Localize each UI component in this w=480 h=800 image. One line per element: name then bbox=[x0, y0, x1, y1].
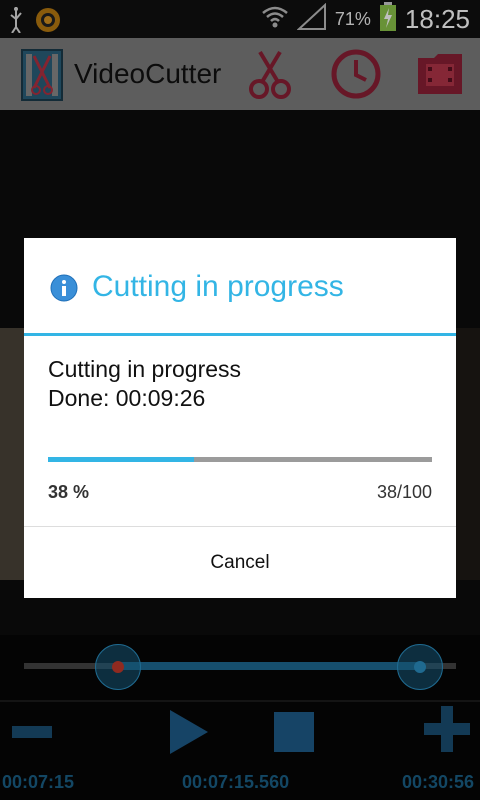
dialog-message: Cutting in progress bbox=[48, 356, 242, 382]
title-divider bbox=[24, 333, 456, 336]
progress-fill bbox=[48, 457, 194, 462]
progress-dialog: Cutting in progress Cutting in progress … bbox=[24, 238, 456, 598]
progress-bar bbox=[48, 457, 432, 462]
progress-percent: 38 % bbox=[48, 482, 90, 502]
dialog-done-time: Done: 00:09:26 bbox=[48, 385, 206, 411]
dialog-title: Cutting in progress bbox=[92, 270, 344, 303]
progress-count: 38/100 bbox=[376, 482, 432, 502]
info-icon bbox=[50, 274, 78, 302]
cancel-button[interactable]: Cancel bbox=[24, 527, 456, 598]
